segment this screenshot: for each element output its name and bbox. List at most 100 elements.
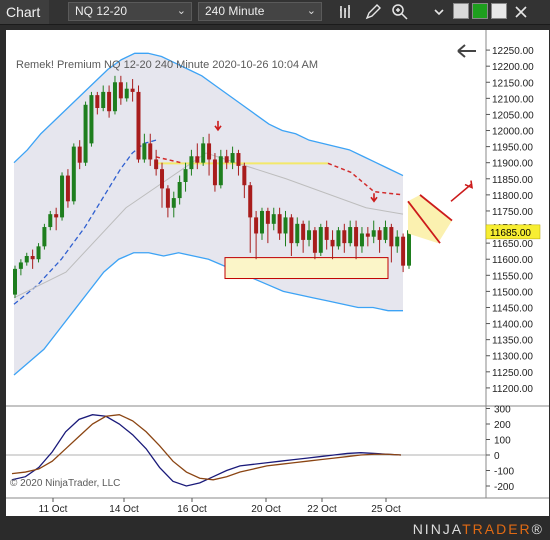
candle-down	[130, 88, 135, 92]
indicator-tick-label: -200	[494, 482, 514, 493]
price-tick-label: 11250.00	[492, 368, 533, 379]
candle-up	[124, 88, 129, 99]
chevron-down-icon: ⌄	[306, 5, 316, 17]
instrument-selector[interactable]: NQ 12-20 ⌄	[68, 2, 192, 21]
candle-up	[71, 146, 76, 202]
candle-down	[354, 227, 359, 247]
candle-up	[24, 256, 29, 263]
candle-up	[60, 175, 65, 218]
candle-up	[189, 156, 194, 170]
chart-panel[interactable]: 12250.00 12200.00 12150.00 12100.00 12050.00…	[6, 30, 549, 516]
candle-up	[371, 230, 376, 237]
candle-down	[342, 230, 347, 244]
candle-up	[259, 210, 264, 234]
price-tick-label: 11650.00	[492, 239, 533, 250]
candle-down	[242, 165, 247, 186]
price-tick-label: 11200.00	[492, 384, 533, 395]
candle-up	[218, 156, 223, 186]
candle-up	[407, 230, 411, 266]
candle-down	[365, 233, 370, 237]
candle-down	[154, 159, 159, 170]
interval-selector[interactable]: 240 Minute ⌄	[198, 2, 322, 21]
pencil-icon[interactable]	[364, 3, 382, 21]
indicator-tick-label: 100	[494, 436, 511, 447]
price-tick-label: 12000.00	[492, 127, 534, 138]
candle-down	[224, 156, 229, 163]
price-tick-label: 11500.00	[492, 287, 533, 298]
chart-info-line: Remek! Premium NQ 12-20 240 Minute 2020-…	[16, 59, 318, 71]
interval-label: 240 Minute	[205, 4, 265, 18]
candle-up	[295, 223, 300, 244]
candle-down	[165, 188, 170, 208]
candle-down	[301, 223, 306, 240]
current-price-label: 11685.00	[490, 228, 531, 239]
candle-down	[30, 256, 35, 260]
candle-down	[207, 143, 212, 160]
time-tick-label: 14 Oct	[109, 504, 139, 515]
price-tick-label: 11750.00	[492, 207, 533, 218]
candle-up	[307, 230, 312, 240]
indicator-tick-label: 300	[494, 405, 511, 416]
indicator-tick-label: 200	[494, 420, 511, 431]
candle-up	[112, 82, 117, 112]
candle-down	[401, 236, 406, 266]
support-zone	[224, 257, 389, 280]
instrument-label: NQ 12-20	[75, 4, 128, 18]
candle-down	[148, 143, 153, 160]
price-tick-label: 11900.00	[492, 159, 533, 170]
window-maximize-icon[interactable]	[491, 3, 507, 19]
price-tick-label: 12250.00	[492, 46, 534, 57]
price-tick-label: 11800.00	[492, 191, 533, 202]
price-tick-label: 11950.00	[492, 143, 533, 154]
candle-down	[54, 214, 59, 218]
price-tick-label: 12100.00	[492, 94, 534, 105]
price-tick-label: 11350.00	[492, 336, 533, 347]
candle-down	[236, 153, 241, 166]
candle-up	[13, 268, 17, 295]
window-minimize-icon[interactable]	[453, 3, 469, 19]
candle-up	[336, 230, 341, 247]
candle-up	[348, 227, 353, 244]
price-axis: 12250.00 12200.00 12150.00 12100.00 12050.00…	[486, 46, 534, 395]
candle-up	[283, 217, 288, 234]
candle-down	[160, 169, 165, 189]
candle-up	[36, 246, 41, 260]
time-tick-label: 20 Oct	[251, 504, 281, 515]
chevron-down-icon[interactable]	[430, 3, 448, 21]
candle-up	[18, 262, 23, 269]
link-green-icon[interactable]	[472, 3, 488, 19]
candle-down	[136, 91, 141, 160]
price-tick-label: 12050.00	[492, 110, 534, 121]
candle-up	[383, 227, 388, 240]
close-icon[interactable]	[512, 3, 530, 21]
ninjatrader-logo: NINJATRADER®	[412, 521, 544, 537]
candle-down	[312, 230, 317, 253]
candle-up	[318, 227, 323, 253]
price-tick-label: 12200.00	[492, 62, 534, 73]
candle-down	[95, 95, 100, 108]
candle-down	[248, 185, 253, 218]
zoom-icon[interactable]	[391, 3, 409, 21]
candle-down	[289, 217, 294, 244]
indicator-tick-label: -100	[494, 467, 514, 478]
candle-up	[395, 236, 400, 247]
bars-icon[interactable]	[337, 3, 355, 21]
candle-down	[118, 82, 123, 99]
candle-down	[277, 214, 282, 234]
indicator-tick-label: 0	[494, 451, 500, 462]
price-chart[interactable]: 12250.00 12200.00 12150.00 12100.00 12050.00…	[6, 30, 549, 516]
candle-up	[359, 233, 364, 247]
candle-up	[201, 143, 206, 163]
chart-toolbar: Chart NQ 12-20 ⌄ 240 Minute ⌄	[0, 0, 550, 25]
price-tick-label: 11300.00	[492, 352, 533, 363]
candle-down	[265, 210, 270, 224]
copyright-text: © 2020 NinjaTrader, LLC	[10, 478, 120, 489]
price-tick-label: 11850.00	[492, 175, 533, 186]
candle-down	[377, 230, 382, 240]
candle-up	[271, 214, 276, 224]
candle-up	[177, 182, 182, 199]
candle-down	[107, 91, 112, 112]
candle-up	[101, 91, 106, 108]
time-tick-label: 25 Oct	[371, 504, 401, 515]
indicator-axis: 300 200 100 0 -100 -200	[486, 405, 514, 493]
